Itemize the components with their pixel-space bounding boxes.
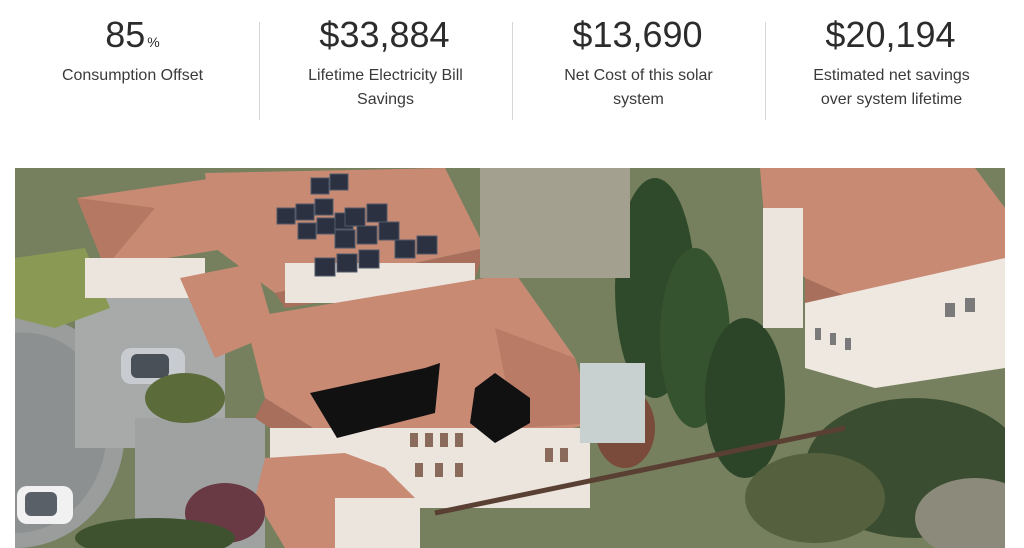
stat-value: $13,690 <box>572 14 703 55</box>
stat-net-cost: $13,690 Net Cost of this solar system <box>512 0 765 130</box>
stat-lifetime-bill-savings: $33,884 Lifetime Electricity Bill Saving… <box>259 0 512 130</box>
aerial-roof-image <box>15 168 1005 548</box>
stat-estimated-net-savings: $20,194 Estimated net savings over syste… <box>765 0 1018 130</box>
stat-value: $20,194 <box>825 14 956 55</box>
stat-label: Lifetime Electricity Bill Savings <box>308 67 463 108</box>
satellite-roof-view-icon <box>15 168 1005 548</box>
stat-value: 85 <box>105 14 146 55</box>
stat-value: $33,884 <box>319 14 450 55</box>
stat-unit: % <box>147 34 160 50</box>
stat-label: Estimated net savings over system lifeti… <box>813 67 970 108</box>
divider <box>259 22 260 120</box>
stat-label: Consumption Offset <box>61 67 204 84</box>
divider <box>765 22 766 120</box>
savings-summary: 85% Consumption Offset $33,884 Lifetime … <box>0 0 1024 130</box>
divider <box>512 22 513 120</box>
stat-consumption-offset: 85% Consumption Offset <box>6 0 259 130</box>
stat-label: Net Cost of this solar system <box>564 67 713 108</box>
